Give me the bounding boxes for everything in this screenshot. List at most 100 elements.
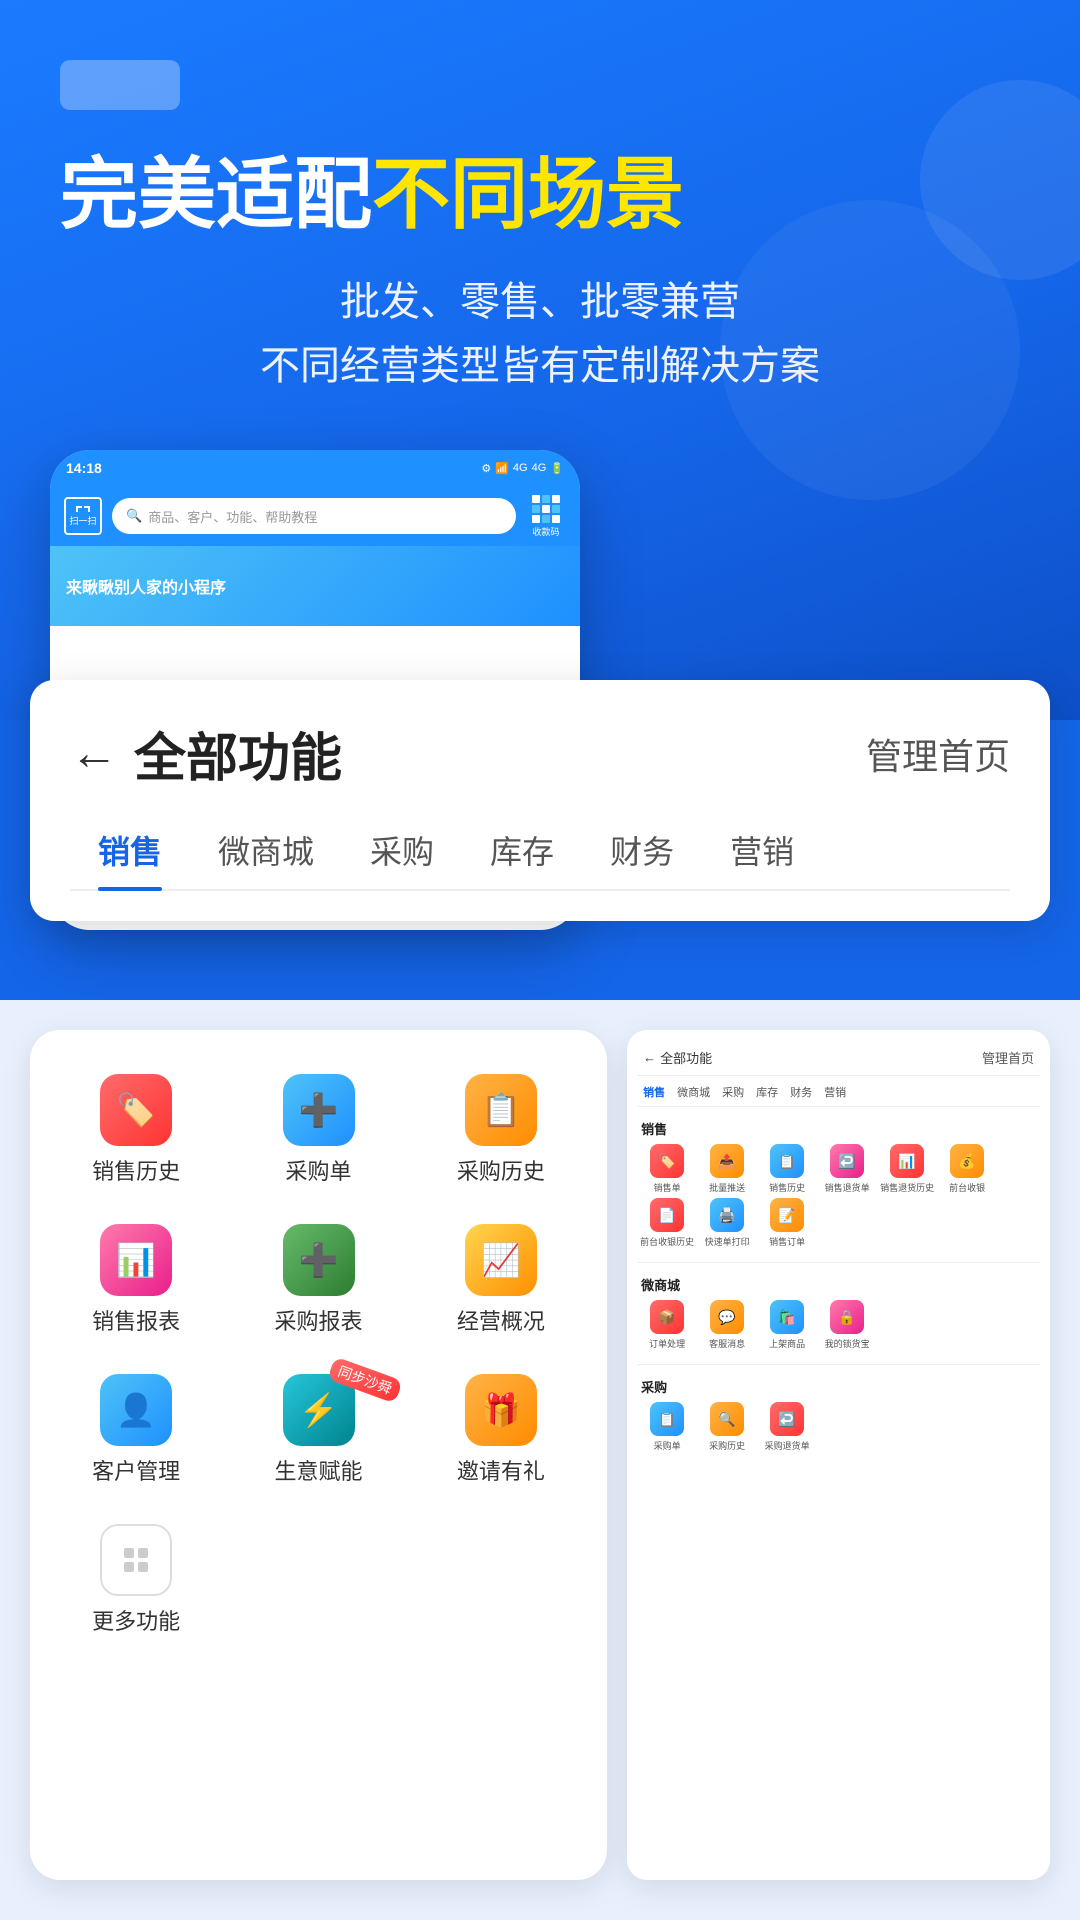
mini-sales-order2-icon: 📝 [770, 1198, 804, 1232]
mini-sales-return-history-icon: 📊 [890, 1144, 924, 1178]
mini-lock-goods-icon: 🔒 [830, 1300, 864, 1334]
mini-purchase-order-icon: 📋 [650, 1402, 684, 1436]
mini-purchase-history-icon2: 🔍 [710, 1402, 744, 1436]
mini-tab-finance[interactable]: 财务 [784, 1082, 818, 1102]
mini-order-process-icon: 📦 [650, 1300, 684, 1334]
list-item[interactable]: 更多功能 [50, 1510, 222, 1650]
list-item[interactable]: 🎁 邀请有礼 [415, 1360, 587, 1500]
list-item[interactable]: 📊 销售退货历史 [879, 1144, 935, 1194]
purchase-history-label: 采购历史 [457, 1154, 545, 1186]
mini-tab-sales[interactable]: 销售 [637, 1082, 671, 1102]
mini-cashier-history-icon: 📄 [650, 1198, 684, 1232]
list-item[interactable]: 📋 采购单 [639, 1402, 695, 1452]
phone-search-input[interactable]: 🔍 商品、客户、功能、帮助教程 [112, 498, 516, 534]
list-item[interactable]: ↩️ 销售退货单 [819, 1144, 875, 1194]
list-item[interactable]: 🏷️ 销售单 [639, 1144, 695, 1194]
sales-report-icon: 📊 [100, 1224, 172, 1296]
list-item[interactable]: 📄 前台收银历史 [639, 1198, 695, 1248]
phone-status-bar: 14:18 ⚙ 📶 4G 4G 🔋 [50, 450, 580, 486]
mini-section-purchase: 采购 [637, 1373, 1040, 1402]
customer-mgmt-icon: 👤 [100, 1374, 172, 1446]
hero-title-white: 完美适配 [60, 150, 372, 238]
back-arrow-icon[interactable]: ← [70, 726, 118, 781]
mini-wechat-icons: 📦 订单处理 💬 客服消息 🛍️ 上架商品 🔒 我的锁货宝 [637, 1300, 1040, 1360]
panel-title-text: 全部功能 [134, 716, 342, 791]
list-item[interactable]: ↩️ 采购退货单 [759, 1402, 815, 1452]
panel-tabs: 销售 微商城 采购 库存 财务 营销 [70, 819, 1010, 891]
panel-title-area: ← 全部功能 [70, 716, 342, 791]
more-functions-label: 更多功能 [92, 1604, 180, 1636]
list-item[interactable]: 📤 批量推送 [699, 1144, 755, 1194]
bottom-section: 🏷️ 销售历史 ➕ 采购单 📋 采购历史 📊 销售报表 ➕ 采购报表 📈 [0, 1000, 1080, 1920]
tab-inventory[interactable]: 库存 [462, 819, 582, 889]
hero-title-yellow: 不同场景 [372, 150, 684, 238]
sales-history-label: 销售历史 [92, 1154, 180, 1186]
mini-section-sales: 销售 [637, 1115, 1040, 1144]
mini-list-goods-icon: 🛍️ [770, 1300, 804, 1334]
list-item[interactable]: 📋 销售历史 [759, 1144, 815, 1194]
list-item[interactable]: 👤 客户管理 [50, 1360, 222, 1500]
list-item[interactable]: 🔍 采购历史 [699, 1402, 755, 1452]
mini-tab-marketing[interactable]: 营销 [818, 1082, 852, 1102]
purchase-history-icon: 📋 [465, 1074, 537, 1146]
list-item[interactable]: 💰 前台收银 [939, 1144, 995, 1194]
hero-subtitle-line1: 批发、零售、批零兼营 [340, 280, 740, 324]
list-item[interactable]: ➕ 采购单 [232, 1060, 404, 1200]
invite-gift-icon: 🎁 [465, 1374, 537, 1446]
mini-sales-order-icon: 🏷️ [650, 1144, 684, 1178]
sales-report-label: 销售报表 [92, 1304, 180, 1336]
mini-tab-wechat[interactable]: 微商城 [671, 1082, 716, 1102]
list-item[interactable]: 💬 客服消息 [699, 1300, 755, 1350]
list-item[interactable]: 📦 订单处理 [639, 1300, 695, 1350]
mini-customer-msg-icon: 💬 [710, 1300, 744, 1334]
function-grid: 🏷️ 销售历史 ➕ 采购单 📋 采购历史 📊 销售报表 ➕ 采购报表 📈 [50, 1060, 587, 1650]
mini-purchase-return-icon: ↩️ [770, 1402, 804, 1436]
purchase-order-icon: ➕ [283, 1074, 355, 1146]
invite-gift-label: 邀请有礼 [457, 1454, 545, 1486]
list-item[interactable]: 📝 销售订单 [759, 1198, 815, 1248]
mini-tab-purchase[interactable]: 采购 [716, 1082, 750, 1102]
manage-home-link[interactable]: 管理首页 [866, 728, 1010, 780]
mini-tab-inventory[interactable]: 库存 [750, 1082, 784, 1102]
purchase-report-label: 采购报表 [275, 1304, 363, 1336]
tab-purchase[interactable]: 采购 [342, 819, 462, 889]
more-functions-icon [100, 1524, 172, 1596]
list-item[interactable]: 🔒 我的锁货宝 [819, 1300, 875, 1350]
list-item[interactable]: 📋 采购历史 [415, 1060, 587, 1200]
list-item[interactable]: 🏷️ 销售历史 [50, 1060, 222, 1200]
hero-badge [60, 60, 180, 110]
business-empower-label: 生意赋能 [275, 1454, 363, 1486]
purchase-report-icon: ➕ [283, 1224, 355, 1296]
mini-batch-push-icon: 📤 [710, 1144, 744, 1178]
tab-finance[interactable]: 财务 [582, 819, 702, 889]
phone-search-bar: 扫一扫 🔍 商品、客户、功能、帮助教程 收款码 [50, 486, 580, 546]
tab-marketing[interactable]: 营销 [702, 819, 822, 889]
mini-sales-return-icon: ↩️ [830, 1144, 864, 1178]
list-item[interactable]: 📈 经营概况 [415, 1210, 587, 1350]
business-overview-label: 经营概况 [457, 1304, 545, 1336]
list-item[interactable]: ➕ 采购报表 [232, 1210, 404, 1350]
mini-panel-header: ← 全部功能 管理首页 [637, 1044, 1040, 1076]
tab-wechat-shop[interactable]: 微商城 [190, 819, 342, 889]
list-item[interactable]: ⚡ 生意赋能 同步沙舜 [232, 1360, 404, 1500]
purchase-order-label: 采购单 [286, 1154, 352, 1186]
list-item[interactable]: 🖨️ 快速单打印 [699, 1198, 755, 1248]
qr-code-icon: 收款码 [526, 496, 566, 536]
mini-back-button[interactable]: ← 全部功能 [643, 1048, 712, 1067]
tab-sales[interactable]: 销售 [70, 819, 190, 889]
business-overview-icon: 📈 [465, 1224, 537, 1296]
mini-tabs: 销售 微商城 采购 库存 财务 营销 [637, 1082, 1040, 1107]
mini-cashier-icon: 💰 [950, 1144, 984, 1178]
list-item[interactable]: 📊 销售报表 [50, 1210, 222, 1350]
list-item[interactable]: 🛍️ 上架商品 [759, 1300, 815, 1350]
mini-sales-history-icon: 📋 [770, 1144, 804, 1178]
divider [637, 1262, 1040, 1263]
mini-section-wechat: 微商城 [637, 1271, 1040, 1300]
phone-status-icons: ⚙ 📶 4G 4G 🔋 [481, 462, 564, 475]
divider-2 [637, 1364, 1040, 1365]
function-panel: ← 全部功能 管理首页 销售 微商城 采购 库存 财务 营销 [30, 680, 1050, 921]
hero-section: 完美适配不同场景 批发、零售、批零兼营 不同经营类型皆有定制解决方案 14:18… [0, 0, 1080, 720]
mini-manage-home[interactable]: 管理首页 [982, 1048, 1034, 1067]
panel-header: ← 全部功能 管理首页 [70, 716, 1010, 791]
mini-quick-print-icon: 🖨️ [710, 1198, 744, 1232]
